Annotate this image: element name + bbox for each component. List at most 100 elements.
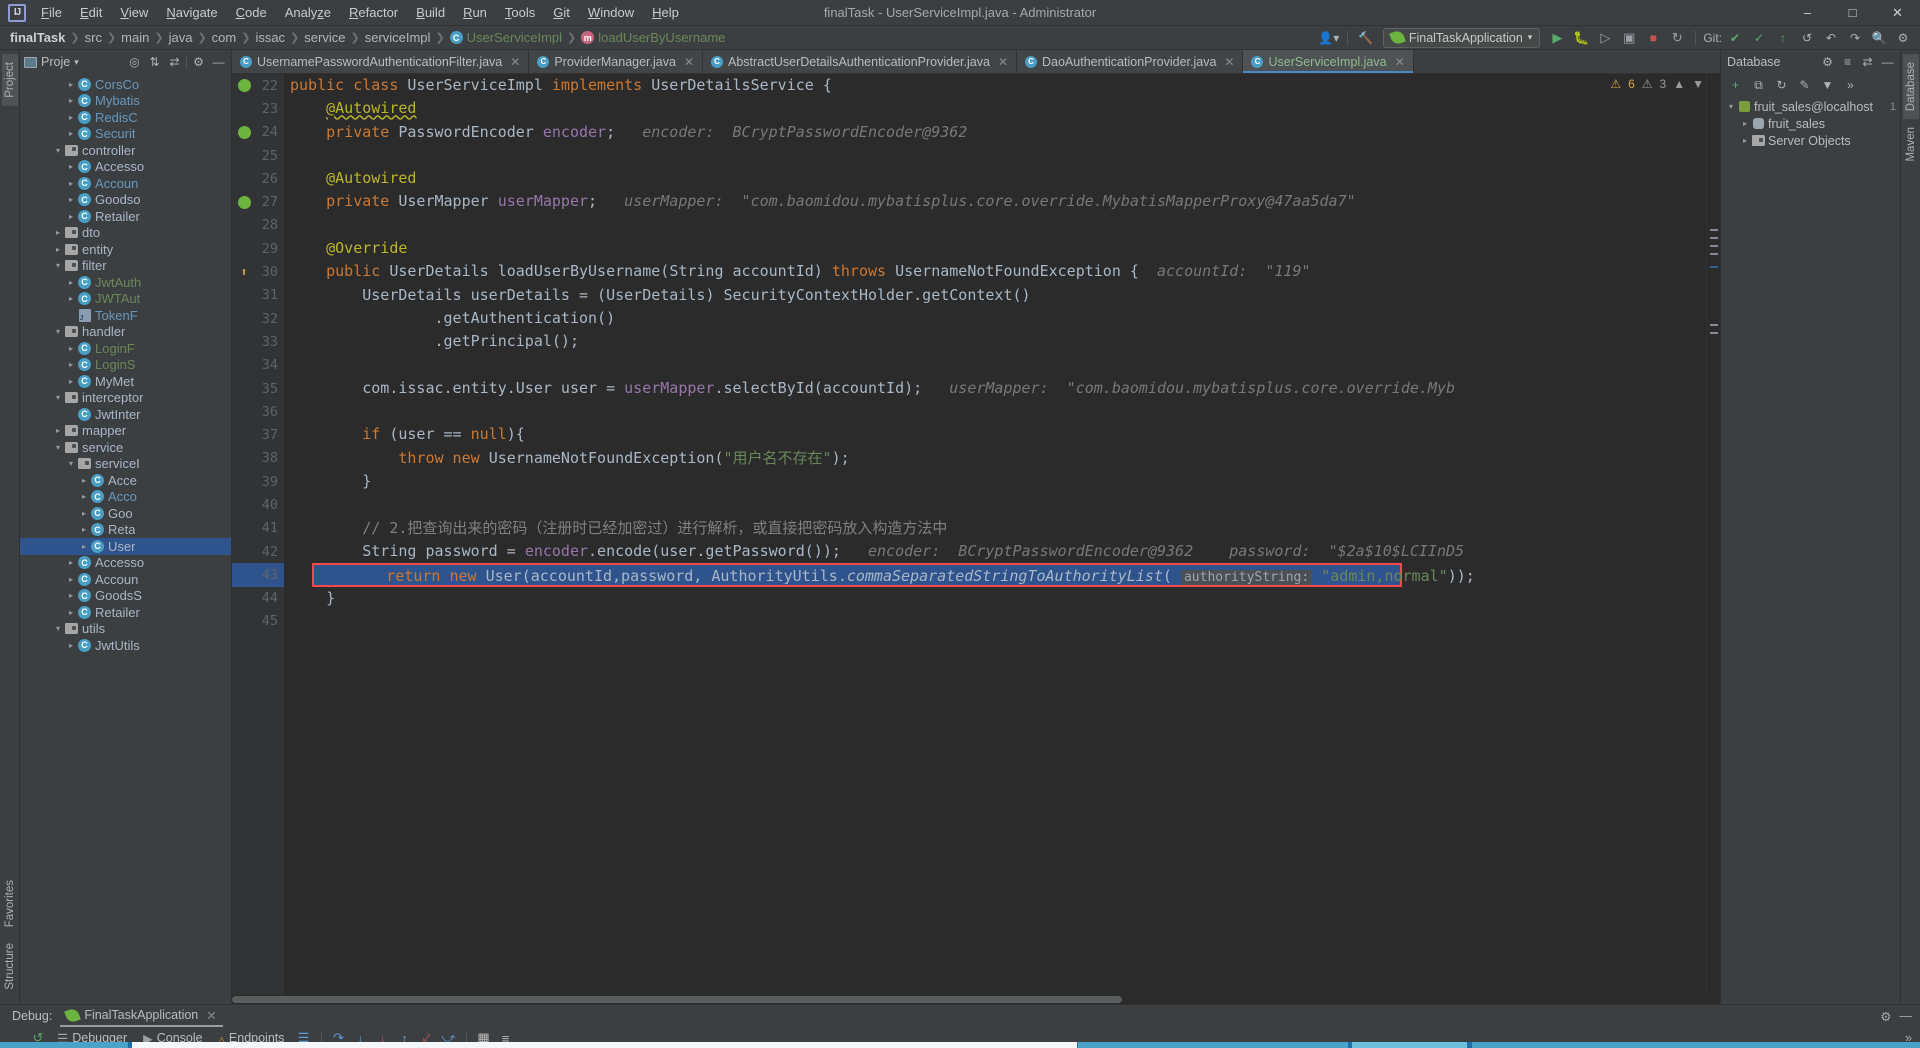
code-line[interactable]: UserDetails userDetails = (UserDetails) … <box>290 284 1706 307</box>
sidebar-item-database[interactable]: Database <box>1902 54 1919 120</box>
copy-icon[interactable]: ⧉ <box>1750 77 1767 94</box>
chevron-right-icon[interactable]: ▸ <box>65 129 77 138</box>
chevron-right-icon[interactable]: ▸ <box>65 195 77 204</box>
gutter-line[interactable]: ⬆ 30 <box>232 260 284 283</box>
editor-tab[interactable]: C ProviderManager.java ✕ <box>529 50 703 73</box>
git-push-icon[interactable]: ↑ <box>1772 28 1794 48</box>
code-line[interactable]: public class UserServiceImpl implements … <box>290 74 1706 97</box>
code-line[interactable]: } <box>290 470 1706 493</box>
project-tree-item[interactable]: ▸ entity <box>20 241 231 258</box>
project-tree-item[interactable]: ▸ C JwtAuth <box>20 274 231 291</box>
gutter-line[interactable]: 38 <box>232 447 284 470</box>
project-tree-item[interactable]: ▾ serviceI <box>20 456 231 473</box>
refresh-icon[interactable]: ↻ <box>1773 77 1790 94</box>
chevron-right-icon[interactable]: ▸ <box>52 228 64 237</box>
gutter-line[interactable]: 33 <box>232 330 284 353</box>
settings-gear-icon[interactable]: ⚙ <box>1819 54 1836 71</box>
chevron-right-icon[interactable]: ▸ <box>1739 136 1751 145</box>
chevron-right-icon[interactable]: ▸ <box>78 492 90 501</box>
stop-icon[interactable]: ■ <box>1642 28 1664 48</box>
menu-tools[interactable]: Tools <box>496 2 544 23</box>
project-tree-item[interactable]: ▸ C GoodsS <box>20 588 231 605</box>
gutter-line[interactable]: 28 <box>232 214 284 237</box>
coverage-icon[interactable]: ▣ <box>1618 28 1640 48</box>
project-tree-item[interactable]: ▸ C CorsCo <box>20 76 231 93</box>
breadcrumb-project[interactable]: finalTask <box>10 30 65 45</box>
project-tree-item[interactable]: ▸ C Acco <box>20 489 231 506</box>
breadcrumb-java[interactable]: java <box>169 30 193 45</box>
code-line[interactable]: .getPrincipal(); <box>290 330 1706 353</box>
project-tree-item[interactable]: ▸ C Accesso <box>20 159 231 176</box>
project-tree-item[interactable]: ▸ C Retailer <box>20 604 231 621</box>
gutter-line[interactable]: 44 <box>232 587 284 610</box>
project-tree-item[interactable]: ▸ C Goo <box>20 505 231 522</box>
close-icon[interactable]: ✕ <box>1395 55 1405 69</box>
project-tree-item[interactable]: ▾ utils <box>20 621 231 638</box>
code-line[interactable]: com.issac.entity.User user = userMapper.… <box>290 377 1706 400</box>
project-tree-item[interactable]: ▸ mapper <box>20 423 231 440</box>
search-icon[interactable]: 🔍 <box>1868 28 1890 48</box>
list-icon[interactable]: ≡ <box>1839 54 1856 71</box>
maximize-button[interactable]: □ <box>1830 0 1875 26</box>
prev-problem-icon[interactable]: ▲ <box>1673 77 1685 91</box>
sidebar-item-structure[interactable]: Structure <box>2 935 18 998</box>
editor-marker-gutter[interactable] <box>1706 74 1720 995</box>
project-tree-item[interactable]: ▸ C LoginF <box>20 340 231 357</box>
code-line[interactable]: @Override <box>290 237 1706 260</box>
chevron-right-icon[interactable]: ▸ <box>65 575 77 584</box>
project-tree[interactable]: ▸ C CorsCo ▸ C Mybatis ▸ C RedisC ▸ C Securit ▾ contr… <box>20 74 231 1004</box>
menu-view[interactable]: View <box>111 2 157 23</box>
project-tree-item[interactable]: ▸ C MyMet <box>20 373 231 390</box>
gutter-line[interactable]: 39 <box>232 470 284 493</box>
project-tree-item[interactable]: ▾ controller <box>20 142 231 159</box>
gutter-line[interactable]: 34 <box>232 354 284 377</box>
gutter-line[interactable]: 45 <box>232 610 284 633</box>
code-line[interactable]: private PasswordEncoder encoder; encoder… <box>290 121 1706 144</box>
database-tree-item[interactable]: ▸ Server Objects <box>1721 132 1900 149</box>
gutter-line[interactable]: 41 <box>232 517 284 540</box>
project-tree-item[interactable]: ▾ service <box>20 439 231 456</box>
menu-edit[interactable]: Edit <box>71 2 111 23</box>
chevron-down-icon[interactable]: ▾ <box>52 624 64 633</box>
menu-window[interactable]: Window <box>579 2 643 23</box>
code-line[interactable]: @Autowired <box>290 167 1706 190</box>
settings-gear-icon[interactable]: ⚙ <box>1880 1009 1891 1024</box>
more-icon[interactable]: » <box>1842 77 1859 94</box>
breadcrumb-com[interactable]: com <box>212 30 237 45</box>
project-tree-item[interactable]: ▸ C Accesso <box>20 555 231 572</box>
chevron-right-icon[interactable]: ▸ <box>52 426 64 435</box>
close-icon[interactable]: ✕ <box>1224 55 1234 69</box>
menu-help[interactable]: Help <box>643 2 688 23</box>
chevron-right-icon[interactable]: ▸ <box>1739 119 1751 128</box>
gutter-line[interactable]: 23 <box>232 97 284 120</box>
code-editor[interactable]: 22 23 24 25 26 27 28 29 ⬆ 30 31 32 33 34 35 36 37 38 39 40 4… <box>232 74 1720 995</box>
run-configuration-selector[interactable]: FinalTaskApplication ▾ <box>1382 27 1541 48</box>
settings-gear-icon[interactable]: ⚙ <box>1892 28 1914 48</box>
project-tree-item[interactable]: ▸ C JWTAut <box>20 291 231 308</box>
code-line[interactable]: String password = encoder.encode(user.ge… <box>290 540 1706 563</box>
chevron-down-icon[interactable]: ▾ <box>65 459 77 468</box>
menu-navigate[interactable]: Navigate <box>157 2 226 23</box>
editor-gutter[interactable]: 22 23 24 25 26 27 28 29 ⬆ 30 31 32 33 34 35 36 37 38 39 40 4… <box>232 74 284 995</box>
chevron-right-icon[interactable]: ▸ <box>65 113 77 122</box>
gutter-line[interactable]: 40 <box>232 493 284 516</box>
project-tree-item[interactable]: ▸ C Acce <box>20 472 231 489</box>
chevron-right-icon[interactable]: ▸ <box>65 294 77 303</box>
code-line[interactable]: throw new UsernameNotFoundException("用户名… <box>290 447 1706 470</box>
code-line[interactable] <box>290 354 1706 377</box>
sidebar-item-project[interactable]: Project <box>1 54 18 106</box>
project-tree-item[interactable]: C JwtInter <box>20 406 231 423</box>
close-icon[interactable]: ✕ <box>684 55 694 69</box>
next-problem-icon[interactable]: ▼ <box>1692 77 1704 91</box>
breadcrumb-serviceimpl[interactable]: serviceImpl <box>365 30 431 45</box>
database-tree[interactable]: ▾ fruit_sales@localhost 1 ▸ fruit_sales ▸ Serv… <box>1721 96 1900 149</box>
chevron-right-icon[interactable]: ▸ <box>78 476 90 485</box>
gutter-line[interactable]: 25 <box>232 144 284 167</box>
project-tree-item[interactable]: ▸ C Securit <box>20 126 231 143</box>
close-icon[interactable]: ✕ <box>510 55 520 69</box>
gutter-line[interactable]: 22 <box>232 74 284 97</box>
project-panel-title[interactable]: Proje ▾ <box>24 55 79 69</box>
git-commit-icon[interactable]: ✓ <box>1748 28 1770 48</box>
project-tree-item[interactable]: ▸ C Goodso <box>20 192 231 209</box>
project-tree-item[interactable]: ▸ C RedisC <box>20 109 231 126</box>
